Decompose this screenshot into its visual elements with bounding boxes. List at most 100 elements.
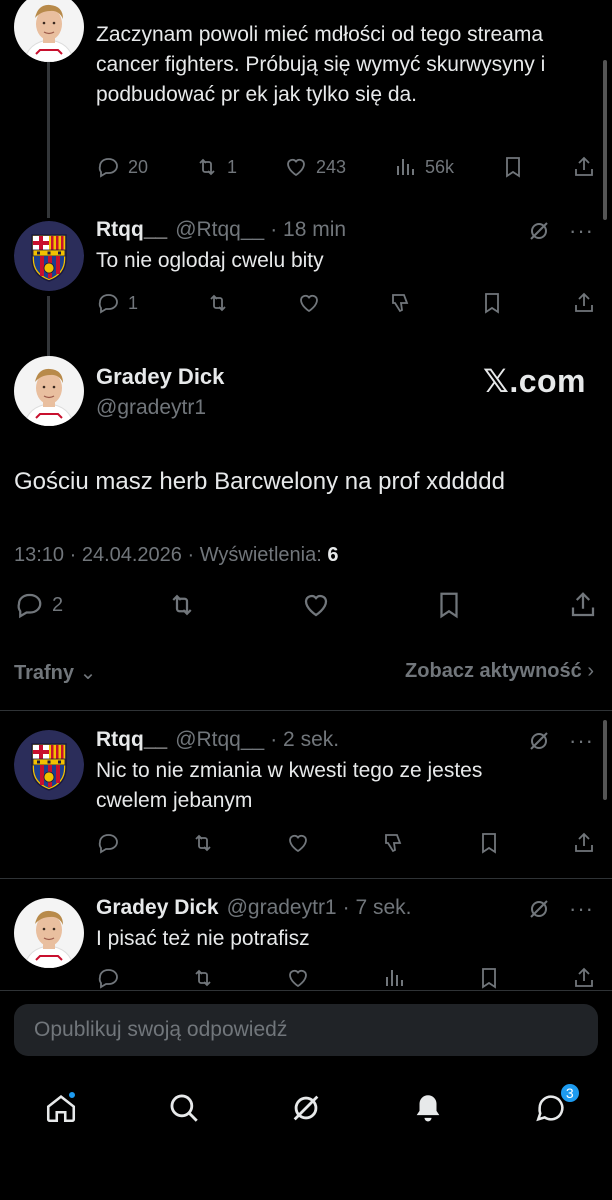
reply-icon xyxy=(98,969,118,989)
bookmark-button[interactable] xyxy=(477,966,501,990)
chevron-right-icon: › xyxy=(587,660,594,682)
timestamp: · 2 sek. xyxy=(270,728,340,751)
user-handle[interactable]: @Rtqq__ xyxy=(175,218,264,242)
messages-badge: 3 xyxy=(558,1082,581,1104)
tweet-header-icons: ··· xyxy=(527,218,594,244)
display-name[interactable]: Rtqq__ xyxy=(96,728,167,752)
tweet-meta: 13:10 · 24.04.2026 · Wyświetlenia: 6 xyxy=(14,544,338,567)
retweet-button[interactable] xyxy=(191,831,215,855)
avatar[interactable] xyxy=(14,898,84,968)
display-name[interactable]: Gradey Dick xyxy=(96,896,219,920)
share-button[interactable] xyxy=(572,831,596,855)
retweet-icon xyxy=(172,594,192,616)
tweet-content: I pisać też nie potrafisz xyxy=(96,927,310,950)
tweet-header-icons: ··· xyxy=(527,896,594,922)
nav-messages[interactable]: 3 xyxy=(531,1082,581,1128)
reply-input-placeholder: Opublikuj swoją odpowiedź xyxy=(34,1018,288,1041)
reply-button[interactable] xyxy=(96,966,120,990)
bookmark-icon xyxy=(485,293,500,314)
tweet-header: Gradey Dick @gradeytr1 · 7 sek. xyxy=(96,896,592,920)
user-handle[interactable]: @gradeytr1 xyxy=(96,396,206,420)
tweet-content: Zaczynam powoli mieć mdłości od tego str… xyxy=(96,23,546,106)
like-button[interactable] xyxy=(286,831,310,855)
like-button[interactable] xyxy=(297,291,321,315)
retweet-button[interactable]: 1 xyxy=(195,155,237,179)
reply-button[interactable]: 1 xyxy=(96,291,138,315)
share-button[interactable] xyxy=(572,291,596,315)
scrollbar-thumb[interactable] xyxy=(603,60,607,220)
grok-icon[interactable] xyxy=(527,897,551,921)
comment: Rtqq__ @Rtqq__ · 2 sek. Nic to nie zmian… xyxy=(96,728,592,816)
thumbs-down-icon xyxy=(391,294,409,313)
display-name[interactable]: Rtqq__ xyxy=(96,218,167,242)
retweet-button[interactable] xyxy=(167,590,197,620)
heart-icon xyxy=(300,294,319,313)
share-button[interactable] xyxy=(572,155,596,179)
nav-grok[interactable] xyxy=(286,1088,326,1128)
like-count: 243 xyxy=(315,156,347,177)
grok-icon[interactable] xyxy=(527,219,551,243)
share-icon xyxy=(575,292,593,312)
views-button[interactable] xyxy=(382,966,406,990)
comment: Gradey Dick @gradeytr1 · 7 sek. I pisać … xyxy=(96,896,592,954)
bookmark-icon xyxy=(440,592,458,619)
bookmark-button[interactable] xyxy=(434,590,464,620)
tweet-content: To nie oglodaj cwelu bity xyxy=(96,249,324,272)
views-chart-icon xyxy=(397,159,414,175)
like-button[interactable] xyxy=(301,590,331,620)
reply-icon xyxy=(98,158,118,178)
scrollbar-thumb[interactable] xyxy=(603,720,607,800)
search-icon xyxy=(170,1094,198,1122)
retweet-button[interactable] xyxy=(191,966,215,990)
more-options-icon[interactable]: ··· xyxy=(569,896,594,922)
bookmark-button[interactable] xyxy=(477,831,501,855)
avatar[interactable] xyxy=(14,356,84,426)
avatar[interactable] xyxy=(14,0,84,62)
divider xyxy=(0,710,612,711)
share-button[interactable] xyxy=(568,590,598,620)
reply-count: 20 xyxy=(128,156,149,177)
tweet-actions xyxy=(96,831,596,855)
views-button[interactable]: 56k xyxy=(393,155,454,179)
user-handle[interactable]: @gradeytr1 xyxy=(227,896,337,920)
reply-button[interactable]: 20 xyxy=(96,155,148,179)
thread-connector-line xyxy=(47,296,50,356)
grok-icon[interactable] xyxy=(527,729,551,753)
nav-notifications[interactable] xyxy=(408,1088,448,1128)
share-icon xyxy=(571,592,595,617)
timestamp: · 7 sek. xyxy=(342,896,412,919)
view-activity-link[interactable]: Zobacz aktywność › xyxy=(405,660,594,685)
retweet-icon xyxy=(195,834,211,852)
avatar[interactable] xyxy=(14,730,84,800)
bookmark-icon xyxy=(481,833,496,854)
more-options-icon[interactable]: ··· xyxy=(569,218,594,244)
nav-search[interactable] xyxy=(164,1088,204,1128)
like-button[interactable] xyxy=(286,966,310,990)
dislike-button[interactable] xyxy=(382,831,406,855)
reply-button[interactable] xyxy=(96,831,120,855)
tweet-content: Gościu masz herb Barcwelony na prof xddd… xyxy=(14,468,505,495)
reply-button[interactable]: 2 xyxy=(14,590,63,620)
display-name[interactable]: Gradey Dick xyxy=(96,364,224,390)
view-count[interactable]: 6 xyxy=(327,544,338,566)
reply-input[interactable]: Opublikuj swoją odpowiedź xyxy=(14,1004,598,1056)
user-handle[interactable]: @Rtqq__ xyxy=(175,728,264,752)
reply-icon xyxy=(98,834,118,854)
nav-home[interactable] xyxy=(41,1088,81,1128)
dislike-button[interactable] xyxy=(389,291,413,315)
x-com-watermark: 𝕏.com xyxy=(483,363,586,399)
bookmark-button[interactable] xyxy=(480,291,504,315)
view-count: 56k xyxy=(425,156,455,177)
tweet-text: Zaczynam powoli mieć mdłości od tego str… xyxy=(96,20,592,110)
avatar[interactable] xyxy=(14,221,84,291)
retweet-icon xyxy=(195,969,211,987)
bookmark-button[interactable] xyxy=(501,155,525,179)
share-icon xyxy=(575,156,593,176)
share-icon xyxy=(575,832,593,852)
share-button[interactable] xyxy=(572,966,596,990)
retweet-button[interactable] xyxy=(206,291,230,315)
replies-sort-row: Trafny ⌄ Zobacz aktywność › xyxy=(14,660,594,685)
like-button[interactable]: 243 xyxy=(284,155,346,179)
more-options-icon[interactable]: ··· xyxy=(569,728,594,754)
sort-dropdown[interactable]: Trafny ⌄ xyxy=(14,660,96,685)
